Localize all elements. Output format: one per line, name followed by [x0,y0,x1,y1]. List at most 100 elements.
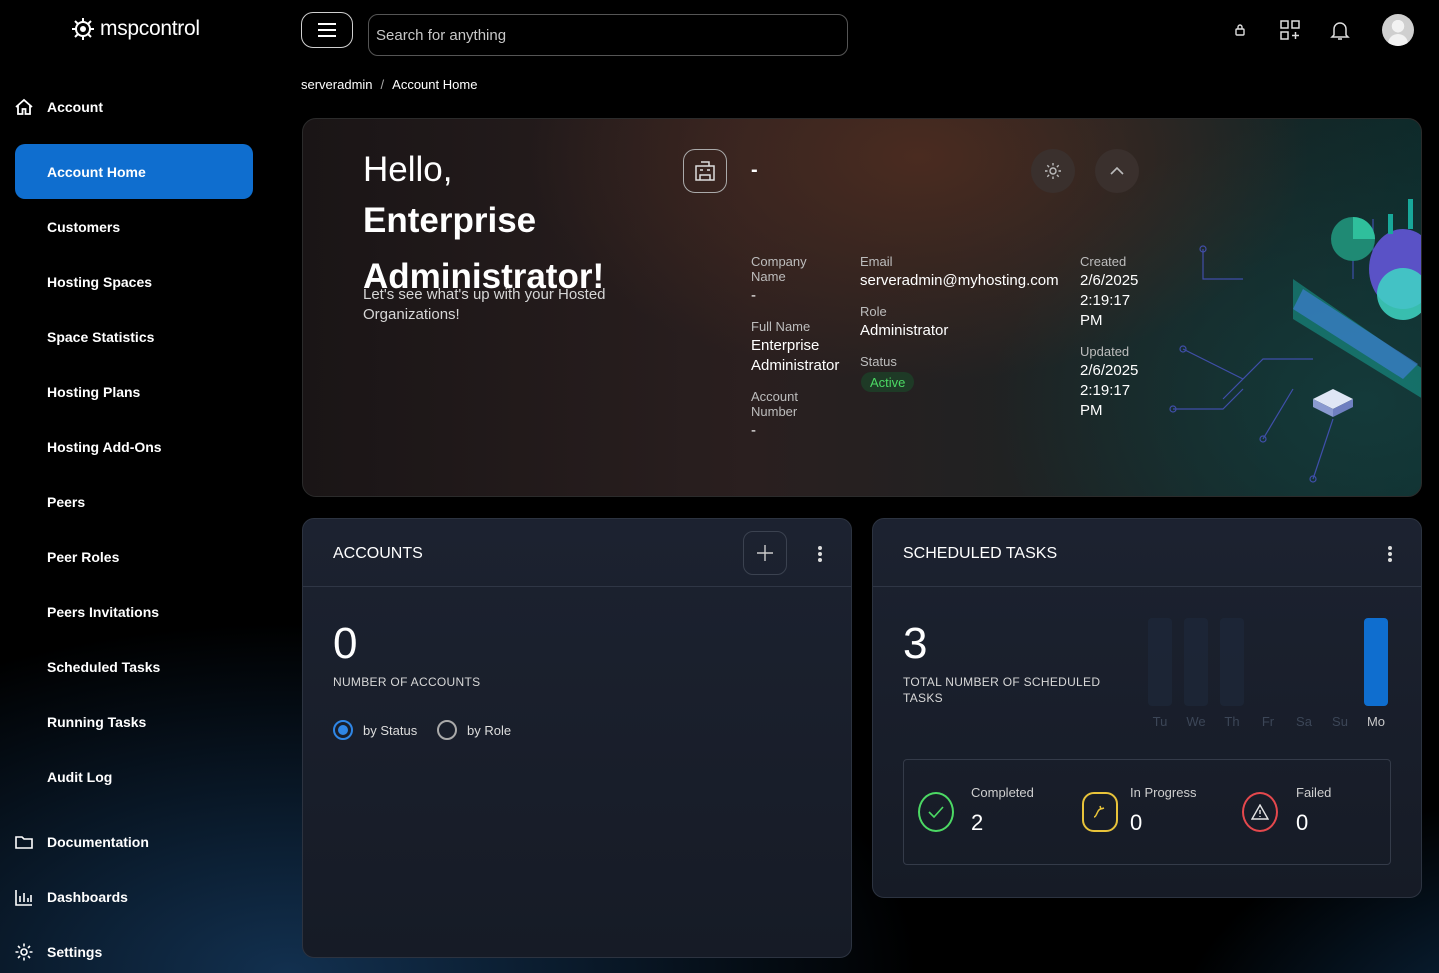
sidebar-item-peers-invitations[interactable]: Peers Invitations [15,584,253,639]
failed-value: 0 [1296,810,1309,835]
sidebar-item-label: Customers [47,218,121,235]
breadcrumb-separator: / [380,77,385,92]
accounts-count: 0 [333,619,358,668]
in-progress-label: In Progress [1130,785,1197,800]
sidebar-section-label: Dashboards [47,889,128,905]
card-divider [303,586,851,587]
radio-by-role[interactable]: by Role [437,720,511,740]
gear-icon [15,943,33,961]
accounts-card-title: ACCOUNTS [333,545,423,562]
accounts-menu-button[interactable] [815,543,825,565]
chevron-up-icon [1110,166,1124,175]
apps-grid-icon[interactable] [1278,18,1302,42]
breadcrumb: serveradmin / Account Home [301,77,477,92]
radio-by-status-label: by Status [363,722,418,738]
add-account-button[interactable] [743,531,787,575]
sidebar-item-running-tasks[interactable]: Running Tasks [15,694,253,749]
role-value: Administrator [860,322,949,339]
updated-label: Updated [1080,344,1130,359]
breadcrumb-current: Account Home [392,77,478,92]
sidebar-section-label: Documentation [47,834,149,850]
account-number-label: Account Number [751,389,798,419]
chart-bar-tu [1148,618,1172,706]
sidebar-item-hosting-spaces[interactable]: Hosting Spaces [15,254,253,309]
in-progress-value: 0 [1130,810,1143,835]
breadcrumb-root[interactable]: serveradmin [301,77,373,92]
tasks-count: 3 [903,619,928,668]
robot-illustration [1169,199,1421,483]
sidebar-section-dashboards[interactable]: Dashboards [14,885,128,909]
company-name-label: Company Name [751,254,807,284]
plus-icon [757,545,773,561]
task-stats-box: Completed 2 In Progress 0 Failed 0 [903,759,1391,865]
bell-icon[interactable] [1328,18,1352,42]
folder-icon [15,836,33,849]
radio-by-status[interactable]: by Status [333,720,417,740]
lock-icon[interactable] [1228,18,1252,42]
created-value: 2/6/2025 2:19:17 PM [1080,272,1139,329]
full-name-value: Enterprise Administrator [751,337,840,374]
sidebar-section-documentation[interactable]: Documentation [14,830,149,854]
sidebar-item-customers[interactable]: Customers [15,199,253,254]
account-number-value: - [751,422,756,439]
sidebar-item-space-statistics[interactable]: Space Statistics [15,309,253,364]
sidebar-item-label: Audit Log [47,768,113,785]
completed-value: 2 [971,810,984,835]
gear-icon [1045,163,1061,179]
hamburger-icon [318,23,336,37]
settings-button[interactable] [1031,149,1075,193]
menu-toggle-button[interactable] [301,12,353,48]
created-label: Created [1080,254,1127,269]
collapse-button[interactable] [1095,149,1139,193]
bar-chart-icon [15,890,32,906]
sidebar-item-peer-roles[interactable]: Peer Roles [15,529,253,584]
role-label: Role [860,304,887,319]
sidebar-section-label: Account [47,99,103,115]
app-logo[interactable]: mspcontrol [70,16,200,42]
failed-label: Failed [1296,785,1332,800]
chart-bar-th [1220,618,1244,706]
sidebar-item-label: Scheduled Tasks [47,658,161,675]
search-input[interactable] [368,14,848,56]
accounts-count-label: NUMBER OF ACCOUNTS [333,675,481,689]
sidebar-section-settings[interactable]: Settings [14,940,102,964]
chart-bar-mo [1364,618,1388,706]
trend-icon [1082,792,1118,832]
sidebar-section-label: Settings [47,944,103,960]
full-name-label: Full Name [751,319,811,334]
tasks-menu-button[interactable] [1385,543,1395,565]
sidebar-item-label: Hosting Spaces [47,273,153,290]
sidebar-item-label: Space Statistics [47,328,155,345]
chart-bar-we [1184,618,1208,706]
email-value: serveradmin@myhosting.com [860,272,1059,289]
sidebar-item-label: Peer Roles [47,548,120,565]
accounts-card: ACCOUNTS 0 NUMBER OF ACCOUNTS by Status … [302,518,852,958]
radio-by-role-label: by Role [467,722,512,738]
sidebar-item-audit-log[interactable]: Audit Log [15,749,253,804]
chart-tick-label: Su [1332,714,1348,729]
updated-value: 2/6/2025 2:19:17 PM [1080,362,1139,419]
sidebar-item-account-home[interactable]: Account Home [15,144,253,199]
sidebar-section-account[interactable]: Account [14,95,103,119]
organization-icon [683,149,727,193]
sidebar-item-label: Hosting Plans [47,383,141,400]
account-summary-card: Hello, Enterprise Administrator! Let's s… [302,118,1422,497]
sidebar-item-hosting-add-ons[interactable]: Hosting Add-Ons [15,419,253,474]
sidebar-item-peers[interactable]: Peers [15,474,253,529]
chart-tick-label: We [1186,714,1206,729]
status-badge: Active [861,372,915,392]
sidebar-item-hosting-plans[interactable]: Hosting Plans [15,364,253,419]
sidebar-item-label: Peers Invitations [47,603,160,620]
check-icon [918,792,954,832]
company-name-value: - [751,287,756,304]
chart-tick-label: Fr [1261,714,1275,729]
sidebar-item-scheduled-tasks[interactable]: Scheduled Tasks [15,639,253,694]
user-avatar[interactable] [1382,14,1414,46]
chart-tick-label: Mo [1366,714,1386,729]
radio-unselected-icon [437,720,457,740]
chart-tick-label: Tu [1152,714,1168,729]
logo-icon [72,18,94,40]
card-divider [873,586,1421,587]
greeting: Hello, [363,150,453,189]
chart-tick-label: Th [1224,714,1240,729]
